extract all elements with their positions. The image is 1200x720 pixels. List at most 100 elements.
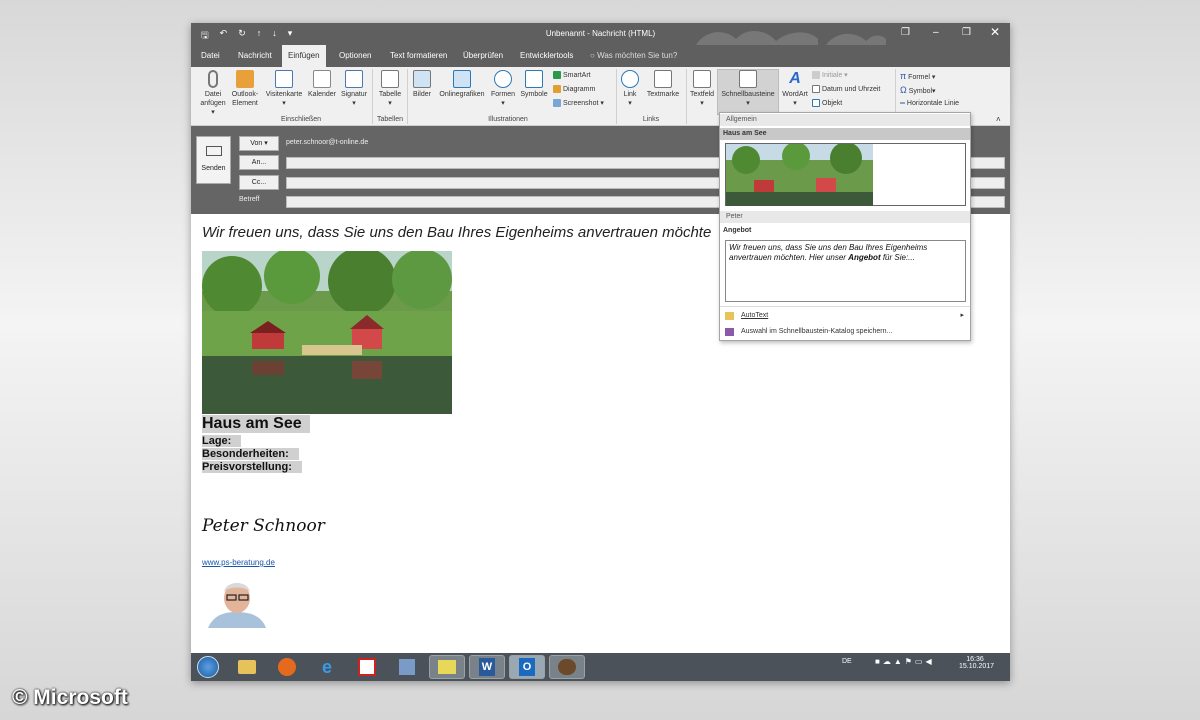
ribbon-display-icon[interactable]: ❐ xyxy=(901,27,910,38)
clock-time: 16:36 xyxy=(966,656,984,663)
outlook-element-button[interactable]: Outlook- Element xyxy=(229,70,261,108)
bookmark-icon xyxy=(654,70,672,88)
initiale-button[interactable]: Initiale ▾ xyxy=(812,71,848,81)
taskbar-firefox[interactable] xyxy=(269,655,305,679)
bilder-label: Bilder xyxy=(413,91,431,98)
diagramm-button[interactable]: Diagramm xyxy=(553,85,595,95)
omega-icon: Ω xyxy=(900,85,907,95)
minimize-icon[interactable]: – xyxy=(933,27,939,38)
taskbar-explorer[interactable] xyxy=(229,655,265,679)
screenshot-label: Screenshot xyxy=(563,100,599,107)
tab-datei[interactable]: Datei xyxy=(195,45,226,67)
smartart-button[interactable]: SmartArt xyxy=(553,71,591,81)
diagramm-label: Diagramm xyxy=(563,86,596,93)
taskbar-outlook[interactable]: O xyxy=(509,655,545,679)
signatur-button[interactable]: Signatur ▾ xyxy=(339,70,369,108)
formel-button[interactable]: π Formel ▾ xyxy=(900,71,935,83)
wordart-button[interactable]: A WordArt ▾ xyxy=(779,70,811,108)
screenshot-button[interactable]: Screenshot ▾ xyxy=(553,99,604,109)
wordart-dropdown-icon: ▾ xyxy=(793,100,797,107)
taskbar-internet-explorer[interactable]: e xyxy=(309,655,345,679)
objekt-button[interactable]: Objekt xyxy=(812,99,842,109)
link-label: Link xyxy=(623,91,637,98)
quick-parts-icon xyxy=(739,70,757,88)
onlinegrafiken-button[interactable]: Onlinegrafiken xyxy=(436,70,488,99)
clock[interactable]: 16:36 15.10.2017 xyxy=(959,656,995,670)
taskbar-sticky-notes[interactable] xyxy=(429,655,465,679)
send-label: Senden xyxy=(201,165,226,172)
tab-ueberpruefen[interactable]: Überprüfen xyxy=(457,45,509,67)
taskbar-security-app[interactable] xyxy=(349,655,385,679)
title-bar: 🖫 ↶ ↻ ↑ ↓ ▾ Unbenannt - Nachricht (HTML)… xyxy=(191,23,1010,45)
quick-part-haus-am-see[interactable] xyxy=(725,142,966,206)
online-picture-icon xyxy=(453,70,471,88)
datum-uhrzeit-button[interactable]: Datum und Uhrzeit xyxy=(812,85,880,95)
datei-anfuegen-button[interactable]: Datei anfügen ▾ xyxy=(198,70,228,117)
outlook-element-icon xyxy=(236,70,254,88)
taskbar-word[interactable]: W xyxy=(469,655,505,679)
taskbar-network-app[interactable] xyxy=(389,655,425,679)
field-besonderheiten: Besonderheiten: xyxy=(202,448,299,460)
to-button[interactable]: An... xyxy=(239,155,279,170)
formen-button[interactable]: Formen ▾ xyxy=(489,70,517,108)
outlook-icon: O xyxy=(519,658,535,676)
objekt-label: Objekt xyxy=(822,100,843,107)
calendar-icon xyxy=(313,70,331,88)
tab-text-formatieren[interactable]: Text formatieren xyxy=(384,45,453,67)
smartart-icon xyxy=(553,71,561,80)
close-icon[interactable]: ✕ xyxy=(990,25,1000,39)
visitenkarte-button[interactable]: Visitenkarte ▾ xyxy=(263,70,305,108)
portrait-photo xyxy=(206,578,268,628)
smartart-label: SmartArt xyxy=(563,72,591,79)
tab-entwicklertools[interactable]: Entwicklertools xyxy=(514,45,579,67)
system-tray-icons[interactable]: ■☁▲⚑▭◀ xyxy=(875,657,935,666)
schnellbausteine-button[interactable]: Schnellbausteine ▾ xyxy=(717,69,779,115)
tab-einfuegen[interactable]: Einfügen xyxy=(282,45,326,67)
clock-date: 15.10.2017 xyxy=(959,663,995,670)
lake-house-photo xyxy=(202,251,452,414)
taskbar-utility-app[interactable] xyxy=(549,655,585,679)
symbole-button[interactable]: Symbole xyxy=(518,70,550,99)
cc-button[interactable]: Cc... xyxy=(239,175,279,190)
collapse-ribbon-icon[interactable]: ˄ xyxy=(996,115,1001,124)
save-selection-icon xyxy=(725,328,734,336)
send-icon xyxy=(206,146,222,156)
kalender-label: Kalender xyxy=(307,91,337,98)
dropdown-divider xyxy=(720,306,970,307)
bilder-button[interactable]: Bilder xyxy=(409,70,435,99)
autotext-menu-item[interactable]: AutoText ▸ xyxy=(720,309,970,323)
quick-part-angebot[interactable]: Wir freuen uns, dass Sie uns den Bau Ihr… xyxy=(725,240,966,302)
object-icon xyxy=(812,99,820,108)
tell-me-text: Was möchten Sie tun? xyxy=(597,51,678,60)
textmarke-button[interactable]: Textmarke xyxy=(644,70,682,99)
from-button[interactable]: Von ▾ xyxy=(239,136,279,151)
symbol-button[interactable]: Ω Symbol▾ xyxy=(900,85,936,97)
angebot-preview-bold: Angebot xyxy=(848,253,881,262)
group-header-allgemein: Allgemein xyxy=(720,114,970,126)
icons-icon xyxy=(525,70,543,88)
language-indicator[interactable]: DE xyxy=(842,658,852,665)
drop-cap-icon xyxy=(812,71,820,80)
horizontale-linie-button[interactable]: ═ Horizontale Linie xyxy=(900,99,959,109)
save-to-gallery-menu-item[interactable]: Auswahl im Schnellbaustein-Katalog speic… xyxy=(720,325,970,339)
tabelle-button[interactable]: Tabelle ▾ xyxy=(375,70,405,108)
tabelle-label: Tabelle xyxy=(378,91,402,98)
start-button[interactable] xyxy=(193,655,223,679)
schnellbausteine-label: Schnellbausteine xyxy=(721,91,775,98)
group-links: Links xyxy=(642,116,660,123)
tab-optionen[interactable]: Optionen xyxy=(333,45,377,67)
quick-parts-dropdown: Allgemein Haus am See Peter Angebot Wir … xyxy=(719,112,971,341)
ribbon-tabs: Datei Nachricht Einfügen Optionen Text f… xyxy=(191,45,1010,67)
maximize-icon[interactable]: ❐ xyxy=(962,27,971,38)
portrait-image xyxy=(206,578,268,628)
textfeld-button[interactable]: Textfeld ▾ xyxy=(688,70,716,108)
kalender-button[interactable]: Kalender xyxy=(306,70,338,99)
tab-nachricht[interactable]: Nachricht xyxy=(232,45,278,67)
link-button[interactable]: Link ▾ xyxy=(618,70,642,108)
tell-me-box[interactable]: ○ Was möchten Sie tun? xyxy=(590,45,677,67)
formen-label: Formen xyxy=(490,91,516,98)
website-link[interactable]: www.ps-beratung.de xyxy=(202,558,275,567)
send-button[interactable]: Senden xyxy=(196,136,231,184)
textbox-icon xyxy=(693,70,711,88)
utility-app-icon xyxy=(558,659,576,675)
